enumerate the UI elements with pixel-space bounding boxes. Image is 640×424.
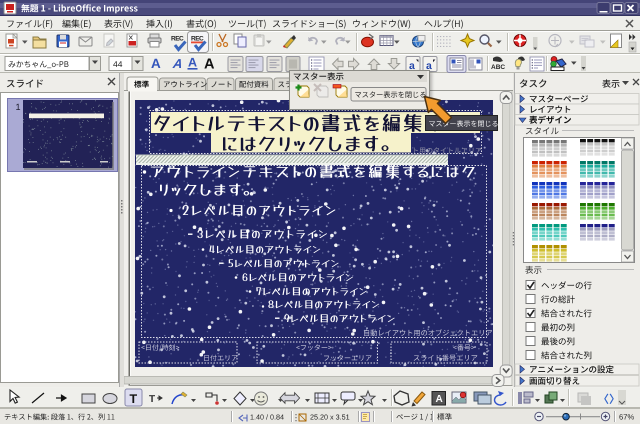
svg-text:REC: REC xyxy=(171,36,184,43)
svg-text:A: A xyxy=(436,394,443,405)
svg-text:ABC: ABC xyxy=(491,64,505,71)
svg-text:REC: REC xyxy=(191,36,204,43)
